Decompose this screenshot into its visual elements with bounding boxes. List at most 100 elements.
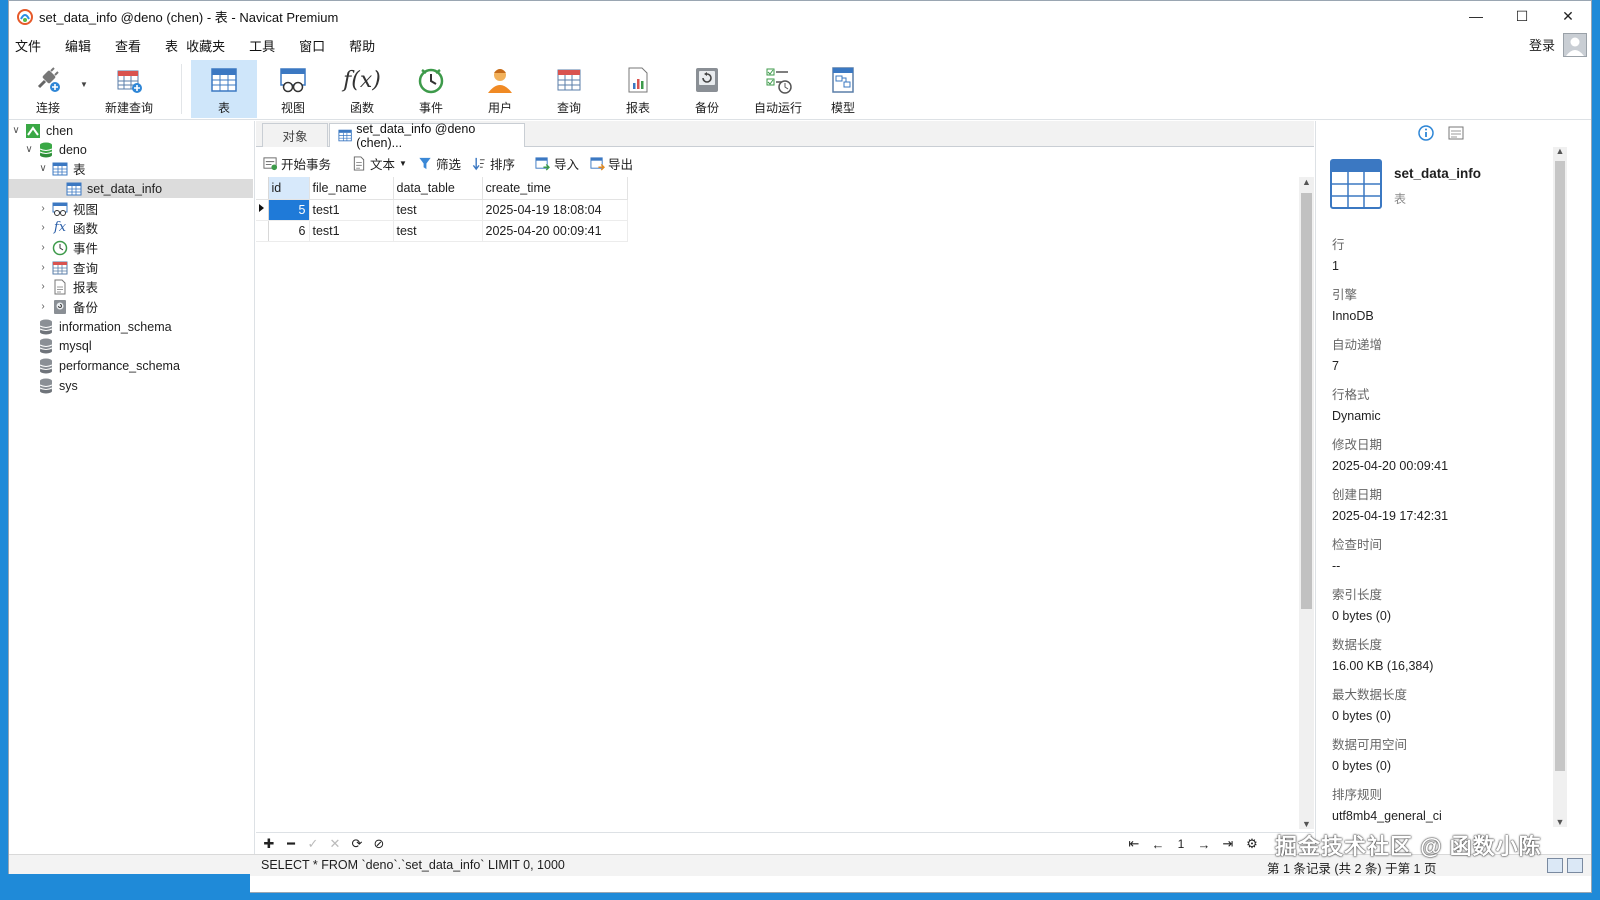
chevron-right-icon[interactable]: › [38, 203, 48, 214]
info-icon[interactable] [1418, 125, 1434, 141]
tab-objects[interactable]: 对象 [262, 123, 328, 147]
begin-transaction-button[interactable]: 开始事务 [262, 154, 331, 173]
chevron-right-icon[interactable]: › [38, 242, 48, 253]
column-header-data-table[interactable]: data_table [393, 177, 483, 200]
tree-folder-reports[interactable]: › 报表 [9, 277, 253, 296]
menu-table[interactable]: 表 [153, 36, 182, 55]
toolbar-autorun-button[interactable]: 自动运行 [743, 60, 813, 118]
toolbar-user-button[interactable]: 用户 [467, 60, 533, 118]
table-row[interactable]: 5 test1 test 2025-04-19 18:08:04 [256, 199, 628, 221]
chevron-right-icon[interactable]: › [38, 301, 48, 312]
tree-folder-views[interactable]: › 视图 [9, 199, 253, 218]
import-button[interactable]: 导入 [535, 154, 579, 173]
cell-create-time[interactable]: 2025-04-20 00:09:41 [482, 220, 628, 242]
export-button[interactable]: 导出 [589, 154, 633, 173]
cell-create-time[interactable]: 2025-04-19 18:08:04 [482, 199, 628, 221]
ddl-icon[interactable] [1448, 125, 1464, 141]
add-record-button[interactable]: ✚ [258, 836, 280, 852]
delete-record-button[interactable]: ━ [280, 836, 302, 852]
chevron-right-icon[interactable]: › [38, 222, 48, 233]
stop-button[interactable]: ⊘ [368, 836, 390, 852]
grid-vertical-scrollbar[interactable]: ▲ ▼ [1299, 177, 1314, 829]
refresh-button[interactable]: ⟳ [346, 836, 368, 852]
chevron-down-icon[interactable]: ▼ [399, 159, 407, 168]
text-view-button[interactable]: 文本 ▼ [351, 154, 407, 173]
cell-file-name[interactable]: test1 [309, 220, 394, 242]
chevron-right-icon[interactable]: › [38, 262, 48, 273]
scrollbar-thumb[interactable] [1301, 193, 1312, 609]
menu-view[interactable]: 查看 [103, 36, 153, 55]
toolbar-model-button[interactable]: 模型 [810, 60, 876, 118]
cell-data-table[interactable]: test [393, 199, 483, 221]
tree-database-information-schema[interactable]: information_schema [9, 317, 253, 336]
prev-page-button[interactable]: ← [1146, 837, 1170, 852]
cell-id[interactable]: 5 [268, 199, 310, 221]
column-header-id[interactable]: id [268, 177, 310, 200]
cell-data-table[interactable]: test [393, 220, 483, 242]
tree-folder-functions[interactable]: › fx 函数 [9, 218, 253, 237]
chevron-right-icon[interactable]: › [38, 281, 48, 292]
menu-window[interactable]: 窗口 [287, 36, 337, 55]
info-panel-scrollbar[interactable]: ▲ ▼ [1553, 146, 1567, 827]
gear-icon[interactable]: ⚙ [1240, 836, 1264, 852]
toolbar-new-query-button[interactable]: 新建查询 [89, 60, 169, 118]
tree-folder-backups[interactable]: › 备份 [9, 297, 253, 316]
first-page-button[interactable]: ⇤ [1122, 836, 1146, 852]
toolbar-table-button[interactable]: 表 [191, 60, 257, 118]
column-header-create-time[interactable]: create_time [482, 177, 628, 200]
table-icon [66, 182, 82, 195]
tree-folder-tables[interactable]: ∨ 表 [9, 159, 253, 178]
toolbar-connect-button[interactable]: 连接 [15, 60, 81, 118]
toolbar-backup-button[interactable]: 备份 [674, 60, 740, 118]
apply-changes-button[interactable]: ✓ [302, 836, 324, 852]
toolbar-view-button[interactable]: 视图 [260, 60, 326, 118]
tree-table-set-data-info[interactable]: set_data_info [9, 179, 253, 198]
scroll-down-arrow-icon[interactable]: ▼ [1299, 819, 1314, 829]
cell-file-name[interactable]: test1 [309, 199, 394, 221]
tree-database-performance-schema[interactable]: performance_schema [9, 356, 253, 375]
scrollbar-thumb[interactable] [1555, 161, 1565, 771]
sort-button[interactable]: 排序 [471, 154, 515, 173]
minimize-button[interactable]: — [1453, 1, 1499, 31]
avatar[interactable] [1563, 33, 1587, 57]
tree-database-mysql[interactable]: mysql [9, 336, 253, 355]
filter-button[interactable]: 筛选 [417, 154, 461, 173]
column-header-file-name[interactable]: file_name [309, 177, 394, 200]
table-row[interactable]: 6 test1 test 2025-04-20 00:09:41 [256, 220, 628, 242]
next-page-button[interactable]: → [1192, 837, 1216, 852]
connection-icon [26, 123, 40, 138]
menu-file[interactable]: 文件 [9, 36, 53, 55]
menu-favorites[interactable]: 收藏夹 [182, 36, 237, 55]
tab-set-data-info[interactable]: set_data_info @deno (chen)... [329, 122, 525, 150]
login-link[interactable]: 登录 [1529, 35, 1555, 54]
chevron-down-icon[interactable]: ∨ [38, 163, 48, 174]
connect-dropdown-arrow-icon[interactable]: ▼ [80, 80, 88, 89]
chevron-down-icon[interactable]: ∨ [24, 144, 34, 155]
tree-label: performance_schema [59, 358, 180, 373]
toolbar-query-button[interactable]: 查询 [536, 60, 602, 118]
discard-changes-button[interactable]: ✕ [324, 836, 346, 852]
prop-label: 数据长度 [1332, 638, 1383, 652]
toolbar-event-button[interactable]: 事件 [398, 60, 464, 118]
page-number[interactable]: 1 [1170, 837, 1192, 851]
maximize-button[interactable]: ☐ [1499, 1, 1545, 31]
scroll-up-arrow-icon[interactable]: ▲ [1553, 146, 1567, 156]
toolbar-function-button[interactable]: f(x) 函数 [329, 60, 395, 118]
cell-id[interactable]: 6 [268, 220, 310, 242]
close-button[interactable]: ✕ [1545, 1, 1591, 31]
tree-folder-events[interactable]: › 事件 [9, 238, 253, 257]
tree-database-deno[interactable]: ∨ deno [9, 140, 253, 159]
tree-connection-chen[interactable]: ∨ chen [9, 121, 253, 140]
menu-help[interactable]: 帮助 [337, 36, 387, 55]
menu-edit[interactable]: 编辑 [53, 36, 103, 55]
grid-view-icon[interactable] [1547, 858, 1563, 873]
scroll-down-arrow-icon[interactable]: ▼ [1553, 817, 1567, 827]
last-page-button[interactable]: ⇥ [1216, 836, 1240, 852]
scroll-up-arrow-icon[interactable]: ▲ [1299, 177, 1314, 187]
chevron-down-icon[interactable]: ∨ [11, 125, 21, 136]
tree-folder-queries[interactable]: › 查询 [9, 258, 253, 277]
tree-database-sys[interactable]: sys [9, 376, 253, 395]
menu-tools[interactable]: 工具 [237, 36, 287, 55]
form-view-icon[interactable] [1567, 858, 1583, 873]
toolbar-report-button[interactable]: 报表 [605, 60, 671, 118]
